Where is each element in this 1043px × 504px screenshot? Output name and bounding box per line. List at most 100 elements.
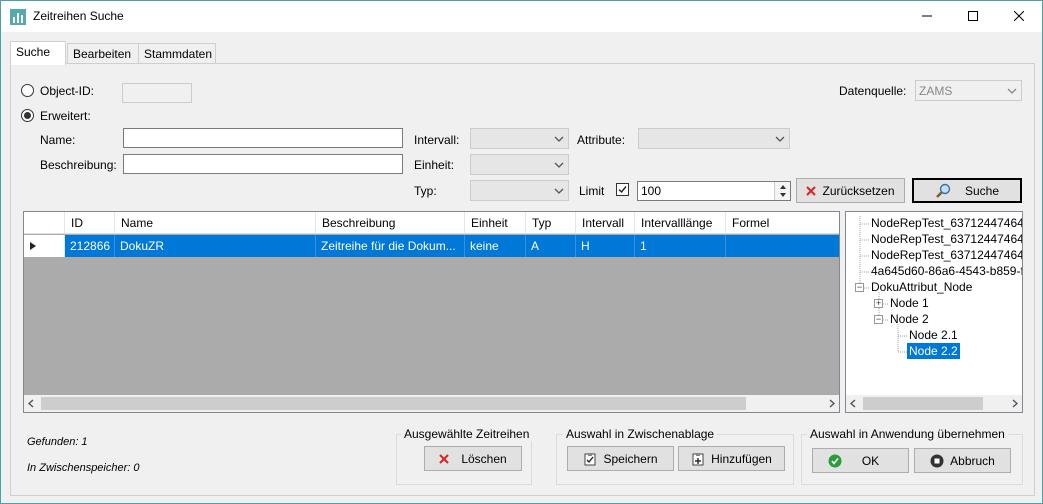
scroll-right-icon[interactable] bbox=[828, 399, 836, 408]
group-title: Auswahl in Anwendung übernehmen bbox=[807, 427, 1008, 441]
col-header-einheit[interactable]: Einheit bbox=[465, 212, 526, 234]
name-label: Name: bbox=[40, 133, 76, 147]
delete-button[interactable]: Löschen bbox=[424, 446, 522, 471]
expand-icon[interactable]: + bbox=[874, 299, 883, 308]
object-id-input[interactable] bbox=[122, 83, 192, 103]
grid-horizontal-scrollbar[interactable] bbox=[24, 395, 839, 412]
col-header-beschreibung[interactable]: Beschreibung bbox=[316, 212, 465, 234]
tab-stammdaten[interactable]: Stammdaten bbox=[138, 43, 216, 64]
search-label: Suche bbox=[964, 183, 1000, 198]
col-header-intervalllaenge[interactable]: Intervalllänge bbox=[635, 212, 726, 234]
object-id-label: Object-ID: bbox=[40, 84, 95, 98]
chevron-down-icon bbox=[554, 136, 564, 142]
typ-select[interactable] bbox=[470, 180, 569, 201]
save-button[interactable]: Speichern bbox=[567, 446, 674, 471]
chevron-down-icon bbox=[554, 188, 564, 194]
tree-node[interactable]: Node 2.1 bbox=[909, 328, 958, 342]
tree-node[interactable]: DokuAttribut_Node bbox=[871, 280, 972, 294]
tree-horizontal-scrollbar[interactable] bbox=[846, 395, 1022, 412]
stop-circle-icon bbox=[930, 454, 944, 467]
tab-bearbeiten[interactable]: Bearbeiten bbox=[67, 43, 139, 64]
maximize-icon bbox=[968, 11, 978, 21]
cell-typ[interactable]: A bbox=[526, 235, 576, 257]
tab-label: Stammdaten bbox=[144, 47, 213, 61]
attribute-tree[interactable]: NodeRepTest_637124474643 NodeRepTest_637… bbox=[845, 211, 1023, 413]
cell-einheit[interactable]: keine bbox=[465, 235, 526, 257]
minimize-button[interactable] bbox=[904, 1, 950, 32]
minimize-icon bbox=[922, 15, 932, 17]
tree-node[interactable]: 4a645d60-86a6-4543-b859-f1 bbox=[871, 264, 1022, 278]
tree-node[interactable]: Node 1 bbox=[890, 296, 929, 310]
search-icon bbox=[936, 183, 951, 198]
limit-stepper[interactable]: 100 bbox=[637, 181, 791, 201]
erweitert-radio[interactable] bbox=[21, 109, 34, 122]
beschreibung-label: Beschreibung: bbox=[40, 158, 117, 172]
collapse-icon[interactable]: − bbox=[874, 315, 883, 324]
save-label: Speichern bbox=[603, 451, 658, 466]
einheit-label: Einheit: bbox=[414, 158, 455, 172]
grid-scroll-thumb[interactable] bbox=[41, 397, 746, 410]
tree-scroll-thumb[interactable] bbox=[863, 397, 983, 410]
attribute-label: Attribute: bbox=[577, 133, 626, 147]
cell-name[interactable]: DokuZR bbox=[115, 235, 316, 257]
collapse-icon[interactable]: − bbox=[855, 283, 864, 292]
tree-node[interactable]: NodeRepTest_637124474644 bbox=[871, 248, 1022, 262]
reset-button[interactable]: Zurücksetzen bbox=[796, 178, 905, 203]
intervall-select[interactable] bbox=[470, 128, 569, 149]
col-header-formel[interactable]: Formel bbox=[726, 212, 839, 234]
red-x-icon bbox=[806, 185, 817, 196]
table-row[interactable]: 212866 DokuZR Zeitreihe für die Dokum...… bbox=[24, 235, 839, 257]
cell-formel[interactable] bbox=[726, 235, 839, 257]
buffer-count: In Zwischenspeicher: 0 bbox=[27, 462, 140, 474]
cell-intervalllaenge[interactable]: 1 bbox=[635, 235, 726, 257]
tree-node[interactable]: NodeRepTest_637124474643 bbox=[871, 216, 1022, 230]
row-pointer-icon bbox=[30, 242, 36, 250]
maximize-button[interactable] bbox=[950, 1, 996, 32]
col-header-id[interactable]: ID bbox=[65, 212, 115, 234]
search-button[interactable]: Suche bbox=[912, 178, 1022, 203]
beschreibung-input[interactable] bbox=[123, 154, 403, 174]
name-input[interactable] bbox=[123, 128, 403, 148]
tab-label: Suche bbox=[16, 45, 51, 59]
cell-id[interactable]: 212866 bbox=[65, 235, 115, 257]
col-header-name[interactable]: Name bbox=[115, 212, 316, 234]
limit-checkbox[interactable] bbox=[616, 183, 629, 196]
einheit-select[interactable] bbox=[470, 154, 569, 175]
tree-node[interactable]: NodeRepTest_637124474644 bbox=[871, 232, 1022, 246]
chevron-down-icon bbox=[1007, 88, 1017, 94]
cell-intervall[interactable]: H bbox=[576, 235, 635, 257]
col-header-typ[interactable]: Typ bbox=[526, 212, 576, 234]
datenquelle-select[interactable]: ZAMS bbox=[915, 80, 1022, 101]
stepper-buttons[interactable] bbox=[774, 182, 790, 200]
scroll-right-icon[interactable] bbox=[1011, 399, 1019, 408]
close-button[interactable] bbox=[996, 1, 1042, 32]
add-button[interactable]: Hinzufügen bbox=[678, 446, 785, 471]
chevron-down-icon bbox=[554, 162, 564, 168]
clipboard-add-icon bbox=[692, 452, 704, 465]
group-title: Ausgewählte Zeitreihen bbox=[401, 427, 533, 441]
found-count: Gefunden: 1 bbox=[27, 436, 88, 448]
tree-node[interactable]: Node 2 bbox=[890, 312, 929, 326]
reset-label: Zurücksetzen bbox=[822, 183, 895, 198]
scroll-left-icon[interactable] bbox=[27, 399, 35, 408]
scroll-left-icon[interactable] bbox=[849, 399, 857, 408]
cancel-button[interactable]: Abbruch bbox=[914, 448, 1011, 473]
col-header-intervall[interactable]: Intervall bbox=[576, 212, 635, 234]
tree-node-selected[interactable]: Node 2.2 bbox=[907, 343, 960, 359]
red-x-icon bbox=[439, 453, 450, 464]
checkmark-icon bbox=[618, 186, 627, 194]
erweitert-label: Erweitert: bbox=[40, 109, 91, 123]
cell-beschreibung[interactable]: Zeitreihe für die Dokum... bbox=[316, 235, 465, 257]
object-id-radio[interactable] bbox=[21, 84, 34, 97]
results-grid[interactable]: ID Name Beschreibung Einheit Typ Interva… bbox=[23, 211, 840, 413]
intervall-label: Intervall: bbox=[414, 133, 460, 147]
close-icon bbox=[1013, 10, 1025, 22]
clipboard-check-icon bbox=[584, 452, 596, 465]
typ-label: Typ: bbox=[414, 184, 437, 198]
tab-suche[interactable]: Suche bbox=[10, 41, 66, 65]
group-title: Auswahl in Zwischenablage bbox=[563, 427, 718, 441]
tab-label: Bearbeiten bbox=[73, 47, 132, 61]
row-selector[interactable] bbox=[24, 235, 65, 257]
attribute-select[interactable] bbox=[638, 128, 790, 149]
ok-button[interactable]: OK bbox=[812, 448, 909, 473]
